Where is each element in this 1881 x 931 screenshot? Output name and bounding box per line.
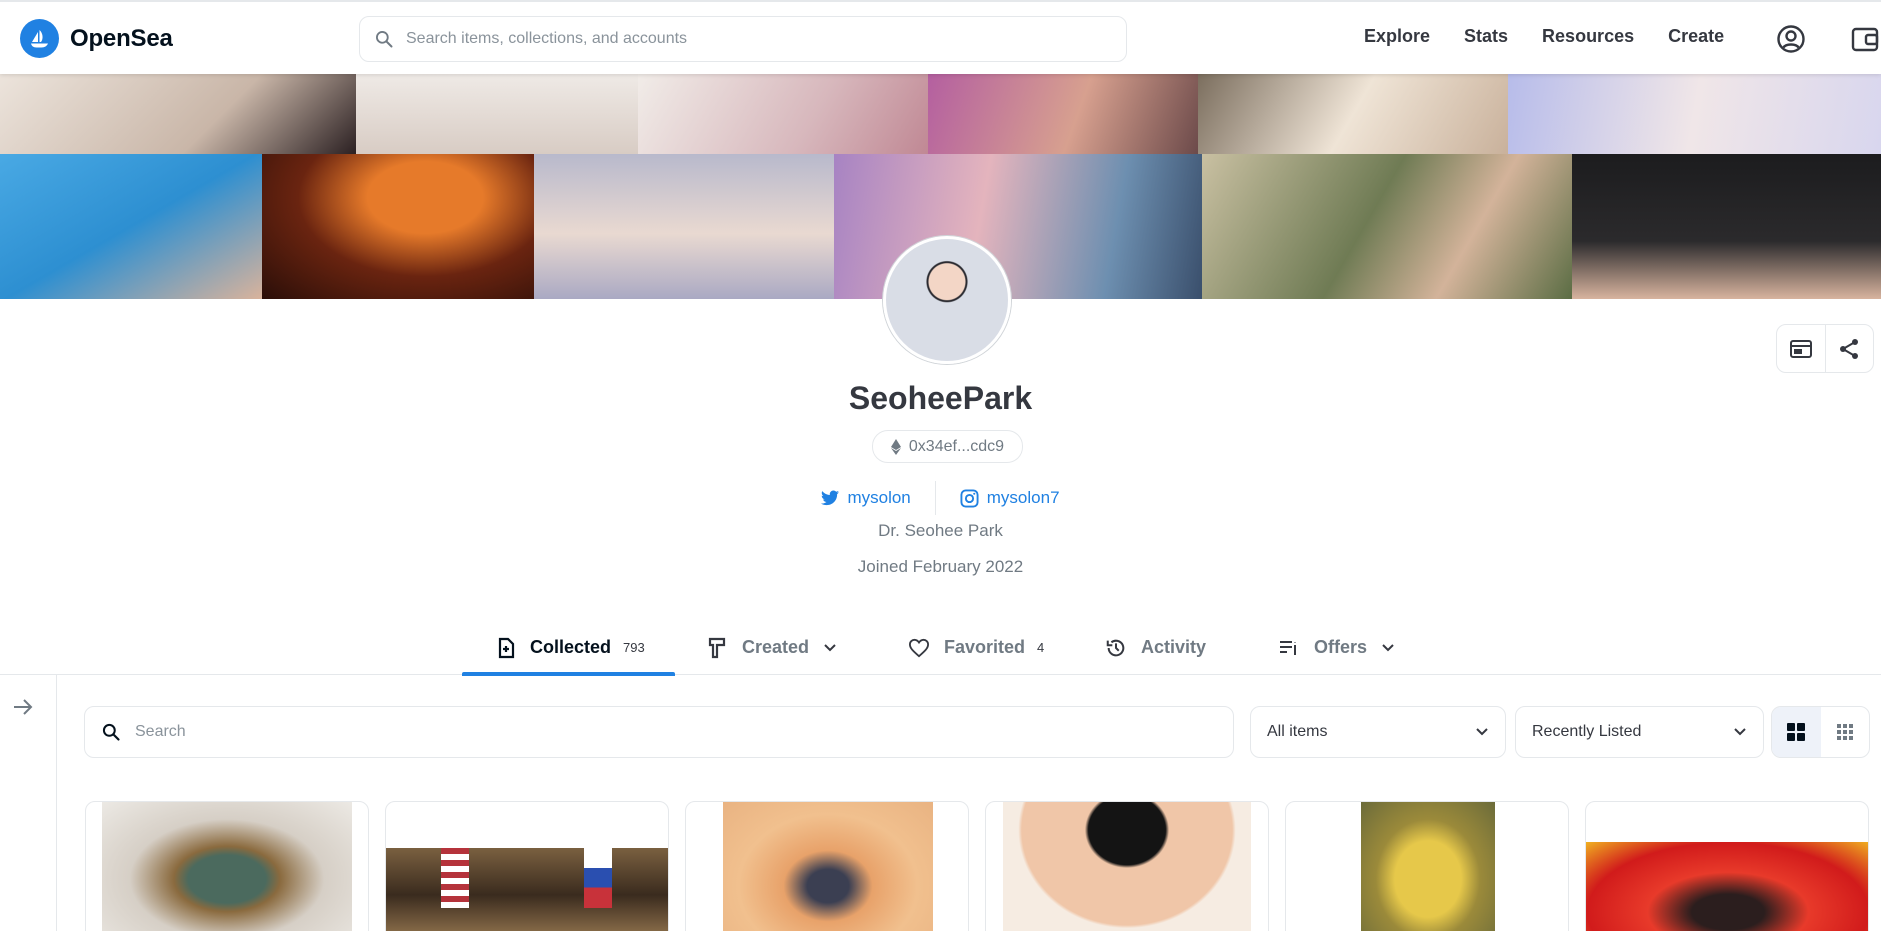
nft-card[interactable] [685,801,969,931]
heart-icon [908,638,930,657]
tab-collected-count: 793 [623,640,645,655]
history-icon [1106,639,1125,656]
global-search[interactable] [359,16,1127,62]
nav-create[interactable]: Create [1668,26,1724,47]
small-grid-icon [1836,724,1853,740]
profile-avatar[interactable] [883,236,1011,364]
tab-activity-label: Activity [1141,637,1207,657]
nft-image [723,802,933,931]
wallet-address: 0x34ef...cdc9 [908,437,1005,455]
items-search[interactable] [84,706,1234,758]
nft-image-flag [584,848,612,908]
expand-filters-arrow-icon[interactable] [12,698,34,716]
tab-favorited[interactable]: Favorited 4 [908,620,1044,675]
items-filter-select[interactable]: All items [1250,706,1506,758]
profile-view-button[interactable] [1777,325,1825,372]
offers-icon [1280,640,1296,655]
nft-image [102,802,352,931]
small-grid-button[interactable] [1821,707,1870,757]
profile-tabs: Collected 793 Created Favorited 4 Activi… [0,620,1881,676]
ethereum-icon [890,438,901,455]
opensea-logo[interactable]: OpenSea [20,19,173,58]
nft-image [1586,842,1868,931]
main-nav: Explore Stats Resources Create [1364,26,1758,47]
tab-offers[interactable]: Offers [1278,620,1395,675]
profile-actions [1776,324,1874,373]
wallet-address-button[interactable]: 0x34ef...cdc9 [872,430,1023,463]
tab-collected-label: Collected [530,637,612,657]
nft-card[interactable] [985,801,1269,931]
filter-sidebar [0,675,57,931]
nav-stats[interactable]: Stats [1464,26,1508,47]
nav-explore[interactable]: Explore [1364,26,1430,47]
sort-value: Recently Listed [1532,723,1642,740]
account-icon[interactable] [1776,24,1806,54]
tab-created[interactable]: Created [708,620,837,675]
social-links: mysolon mysolon7 [0,481,1881,515]
tab-collected[interactable]: Collected 793 [462,620,675,676]
chevron-down-icon [1476,728,1488,736]
share-icon [1840,338,1859,359]
profile-username: SeoheePark [848,380,1033,416]
created-icon [708,637,726,658]
wallet-icon[interactable] [1850,24,1880,54]
joined-date: Joined February 2022 [857,557,1024,576]
tab-favorited-label: Favorited [944,637,1026,657]
sort-select[interactable]: Recently Listed [1515,706,1764,758]
tab-activity[interactable]: Activity [1105,620,1206,675]
twitter-icon [821,490,840,506]
instagram-icon [960,488,979,508]
browser-window-icon [1789,339,1812,358]
chevron-down-icon [824,643,836,651]
tab-favorited-count: 4 [1037,640,1045,655]
instagram-link[interactable]: mysolon7 [960,488,1060,508]
nft-card[interactable] [1585,801,1869,931]
nft-card[interactable] [1285,801,1569,931]
collected-icon [498,637,515,658]
tab-created-label: Created [742,637,810,657]
large-grid-icon [1787,723,1806,741]
nft-image [386,848,668,931]
top-header: OpenSea Explore Stats Resources Create [0,0,1881,74]
social-divider [934,481,936,515]
items-filter-value: All items [1267,723,1328,740]
chevron-down-icon [1382,643,1394,651]
nft-card[interactable] [85,801,369,931]
nft-image-flag [441,848,469,908]
search-icon [102,723,120,741]
twitter-link[interactable]: mysolon [821,488,911,508]
brand-name: OpenSea [70,24,173,52]
items-search-input[interactable] [135,723,1233,741]
instagram-handle: mysolon7 [986,488,1060,507]
opensea-logo-icon [20,19,59,58]
nav-resources[interactable]: Resources [1542,26,1634,47]
global-search-input[interactable] [406,30,1126,48]
large-grid-button[interactable] [1772,707,1821,757]
nft-image [1361,802,1495,931]
nft-card[interactable] [385,801,669,931]
share-button[interactable] [1824,325,1874,372]
nft-image [1003,802,1251,931]
search-icon [376,31,393,48]
profile-bio: Dr. Seohee Park [878,521,1003,540]
chevron-down-icon [1734,728,1746,736]
tab-offers-label: Offers [1314,637,1368,657]
twitter-handle: mysolon [847,488,911,507]
grid-size-toggle [1771,706,1870,758]
